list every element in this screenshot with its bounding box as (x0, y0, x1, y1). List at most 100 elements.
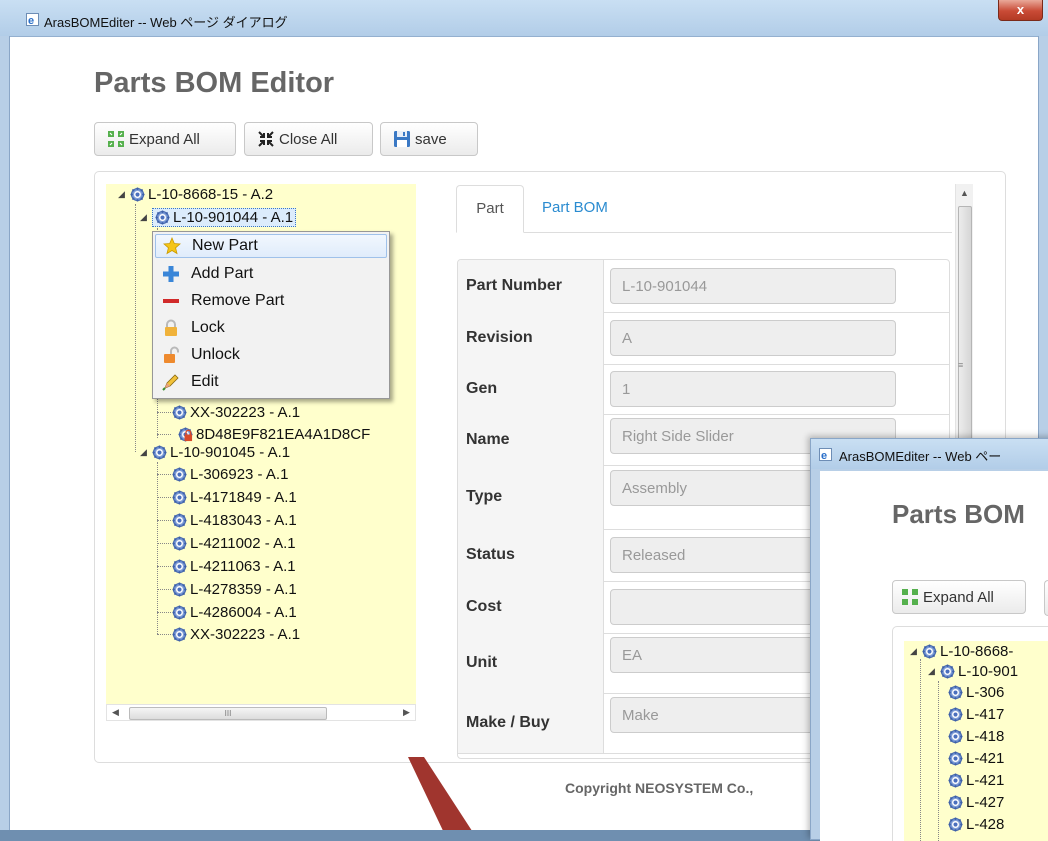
scroll-right-icon[interactable]: ▶ (403, 707, 410, 718)
tree-node[interactable]: L-4278359 - A.1 (172, 579, 297, 599)
tree-node-label: L-421 (966, 749, 1005, 767)
tree-node[interactable]: L-306923 - A.1 (172, 464, 288, 484)
tree-node[interactable]: 8D48E9F821EA4A1D8CF (178, 424, 370, 444)
tree-node[interactable]: L-4211002 - A.1 (172, 533, 296, 553)
second-bom-tree[interactable]: ◢ L-10-8668- ◢ L-10-901 L-306 L-417 L-41… (904, 641, 1048, 841)
tab-divider (456, 232, 952, 233)
revision-field[interactable]: A (610, 320, 896, 356)
tree-node-label: L-306 (966, 683, 1005, 701)
expand-triangle-icon[interactable]: ◢ (910, 646, 922, 657)
tree-connector (938, 681, 939, 841)
expand-arrows-icon (108, 131, 124, 147)
tree-node[interactable]: L-427 (948, 792, 1004, 812)
tree-connector (157, 497, 171, 498)
field-label: Type (458, 465, 604, 529)
menu-item-lock[interactable]: Lock (155, 316, 387, 340)
tree-node[interactable]: ◢ L-10-901045 - A.1 (140, 442, 290, 462)
tree-node[interactable]: XX-302223 - A.1 (172, 624, 300, 644)
tree-node[interactable]: XX-302223 - A.1 (172, 402, 300, 422)
form-row-part-number: Part Number L-10-901044 (458, 260, 949, 313)
expand-triangle-icon[interactable]: ◢ (140, 212, 152, 223)
context-menu: New Part Add Part Remove Part Lock Unloc… (152, 231, 390, 399)
expand-triangle-icon[interactable]: ◢ (928, 666, 940, 677)
minus-icon (163, 299, 179, 303)
second-close-all-button[interactable] (1044, 580, 1048, 616)
menu-item-new-part[interactable]: New Part (155, 234, 387, 258)
tree-node[interactable]: L-4171849 - A.1 (172, 487, 297, 507)
tree-connector (157, 543, 171, 544)
tree-node[interactable]: L-306 (948, 682, 1004, 702)
copyright-text: Copyright NEOSYSTEM Co., (565, 780, 754, 796)
gear-icon (172, 582, 187, 597)
tree-node-selected[interactable]: ◢ L-10-901044 - A.1 (140, 207, 297, 227)
tree-connector (157, 612, 171, 613)
field-label: Revision (458, 312, 604, 364)
menu-item-remove-part[interactable]: Remove Part (155, 289, 387, 313)
close-button[interactable]: x (998, 0, 1043, 21)
unlock-icon (164, 346, 179, 363)
expand-triangle-icon[interactable]: ◢ (140, 447, 152, 458)
window-frame-left (0, 36, 10, 830)
tree-connector (157, 434, 171, 435)
second-expand-all-label: Expand All (923, 588, 994, 606)
tree-node[interactable]: ◢ L-10-901 (928, 661, 1018, 681)
tab-part[interactable]: Part (456, 185, 524, 233)
gear-icon (172, 536, 187, 551)
tree-node[interactable]: L-417 (948, 704, 1004, 724)
tree-horizontal-scrollbar[interactable]: ◀ III ▶ (106, 704, 416, 721)
tree-node-label: L-4278359 - A.1 (190, 580, 297, 598)
tree-node-label: L-427 (966, 793, 1005, 811)
gear-icon (172, 467, 187, 482)
scroll-up-icon[interactable]: ▲ (960, 188, 969, 198)
field-label: Unit (458, 633, 604, 693)
close-all-button[interactable]: Close All (244, 122, 373, 156)
tree-node[interactable]: L-4211063 - A.1 (172, 556, 296, 576)
second-expand-all-button[interactable]: Expand All (892, 580, 1026, 614)
scroll-grip-icon: ≡ (958, 360, 964, 370)
floppy-disk-icon (394, 131, 410, 147)
tree-node-label: L-10-901 (958, 662, 1019, 680)
tree-connector (157, 412, 171, 413)
form-row-gen: Gen 1 (458, 364, 949, 415)
field-label: Cost (458, 581, 604, 633)
tree-node-label: L-421 (966, 771, 1005, 789)
gear-icon (172, 490, 187, 505)
menu-item-add-part[interactable]: Add Part (155, 262, 387, 286)
tab-part-bom[interactable]: Part BOM (534, 185, 616, 233)
window-title: ArasBOMEditer -- Web ページ ダイアログ (44, 15, 288, 30)
tree-node[interactable]: L-4183043 - A.1 (172, 510, 297, 530)
expand-triangle-icon[interactable]: ◢ (118, 189, 130, 200)
gear-icon (948, 795, 963, 810)
menu-item-edit[interactable]: Edit (155, 370, 387, 394)
scroll-thumb[interactable]: III (129, 707, 327, 720)
expand-all-button[interactable]: Expand All (94, 122, 236, 156)
svg-text:e: e (28, 15, 34, 26)
tree-node[interactable]: L-421 (948, 770, 1004, 790)
menu-item-unlock[interactable]: Unlock (155, 343, 387, 367)
field-label: Part Number (458, 260, 604, 312)
second-title-bar[interactable]: e ArasBOMEditer -- Web ペー (811, 439, 1048, 469)
gear-icon (172, 605, 187, 620)
tree-node-label: L-4211063 - A.1 (190, 557, 296, 575)
locked-gear-icon (178, 427, 193, 442)
tree-node[interactable]: L-4286004 - A.1 (172, 602, 297, 622)
tree-connector (157, 589, 171, 590)
tree-node[interactable]: L-421 (948, 748, 1004, 768)
title-bar[interactable]: e ArasBOMEditer -- Web ページ ダイアログ x (0, 0, 1048, 37)
tree-node[interactable]: L-418 (948, 726, 1004, 746)
part-number-field[interactable]: L-10-901044 (610, 268, 896, 304)
gen-field[interactable]: 1 (610, 371, 896, 407)
tree-node[interactable]: L-428 (948, 814, 1004, 834)
gear-icon (130, 187, 145, 202)
selected-node-highlight: L-10-901044 - A.1 (152, 207, 297, 227)
gear-icon (948, 751, 963, 766)
save-label: save (415, 130, 447, 148)
gear-icon (948, 817, 963, 832)
scroll-left-icon[interactable]: ◀ (112, 707, 119, 718)
tree-node[interactable]: ◢ L-10-8668- (910, 641, 1013, 661)
menu-item-label: Unlock (191, 346, 240, 363)
tree-node-label: XX-302223 - A.1 (190, 625, 301, 643)
tree-node[interactable]: ◢ L-10-8668-15 - A.2 (118, 184, 273, 204)
expand-all-label: Expand All (129, 130, 200, 148)
save-button[interactable]: save (380, 122, 478, 156)
